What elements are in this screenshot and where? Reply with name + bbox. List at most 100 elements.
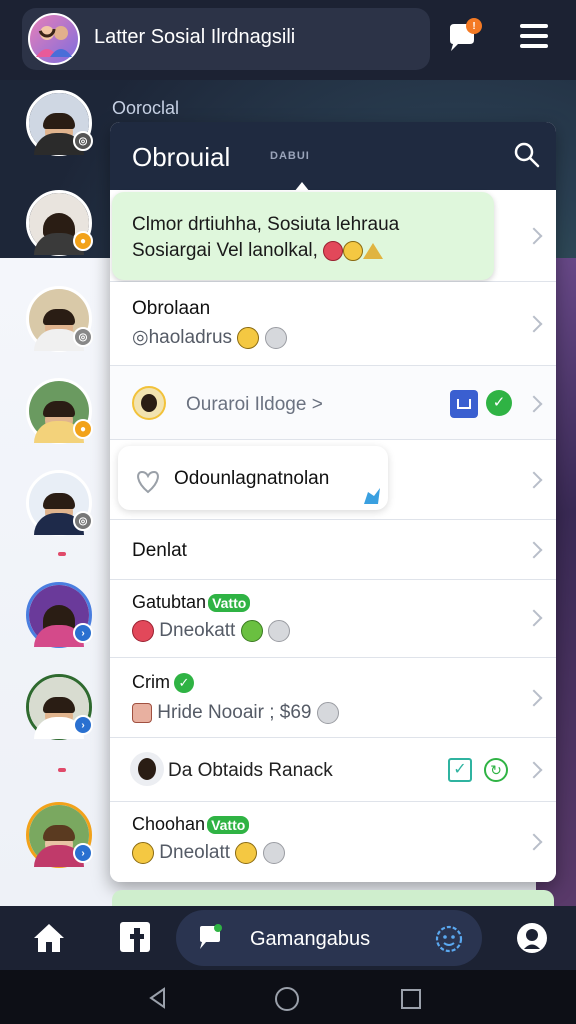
group-avatar-icon: [36, 21, 72, 57]
chevron-right-icon: [525, 471, 543, 489]
contact-avatar[interactable]: ◎: [26, 470, 93, 536]
emoji-icon: [132, 842, 154, 864]
home-icon[interactable]: [32, 922, 66, 954]
section-label: Ooroclal: [112, 98, 180, 118]
list-item[interactable]: Odounlagnatnolan: [110, 440, 556, 520]
conversation-panel: Obrouial DABUI Clmor drtiuhha, Sosiuta l…: [110, 122, 556, 882]
row-title: Odounlagnatnolan: [174, 468, 330, 489]
group-card[interactable]: Odounlagnatnolan: [118, 446, 388, 510]
row-title: Da Obtaids Ranack: [168, 760, 333, 781]
list-item[interactable]: Da Obtaids Ranack ✓ ↻: [110, 738, 556, 802]
list-item[interactable]: Gatubtan Vatto Dneokatt: [110, 580, 556, 658]
app-title-pill[interactable]: Latter Sosial Ilrdnagsili: [22, 8, 430, 70]
chevron-right-icon: [525, 689, 543, 707]
contact-avatar: [130, 752, 164, 786]
sticker-icon: [364, 488, 380, 504]
status-icon: ›: [73, 623, 93, 643]
hamburger-icon[interactable]: [520, 24, 548, 52]
panel-subtitle: DABUI: [270, 150, 310, 162]
emoji-icon: [323, 240, 344, 261]
messages-icon: [200, 924, 222, 949]
notification-badge: !: [466, 18, 482, 34]
contact-avatar[interactable]: ◎: [26, 90, 93, 156]
checkmark-icon[interactable]: ✓: [486, 390, 512, 416]
top-bar: Latter Sosial Ilrdnagsili !: [0, 0, 576, 80]
status-icon: ●: [73, 231, 93, 251]
message-line-2: Sosiargai Vel lanolkal,: [132, 238, 399, 264]
messages-tab-label: Gamangabus: [250, 928, 371, 950]
status-icon: ◎: [73, 511, 93, 531]
panel-title: Obrouial: [132, 142, 231, 172]
home-circle-icon[interactable]: [274, 986, 300, 1012]
chevron-right-icon: [525, 541, 543, 559]
inbox-icon[interactable]: [450, 390, 478, 418]
profile-icon[interactable]: [516, 922, 548, 954]
contact-avatar[interactable]: ●: [26, 378, 93, 444]
list-item[interactable]: Crim ✓ Hride Nooair ; $69: [110, 658, 556, 738]
chevron-right-icon: [525, 227, 543, 245]
emoji-icon[interactable]: [434, 924, 464, 954]
row-subtitle: Dneolatt: [132, 842, 285, 864]
list-item[interactable]: Ouraroi Ildoge > ✓: [110, 366, 556, 440]
verified-icon: ✓: [174, 673, 194, 694]
emoji-icon: [316, 702, 339, 724]
chevron-right-icon: [525, 833, 543, 851]
search-icon[interactable]: [512, 140, 542, 170]
emoji-icon: [240, 620, 263, 642]
message-bubble[interactable]: Clmor drtiuhha, Sosiuta lehraua Sosiarga…: [112, 192, 494, 280]
row-subtitle: ◎haoladrus: [132, 326, 287, 349]
row-title: Choohan Vatto: [132, 814, 250, 835]
row-title: Crim ✓: [132, 672, 194, 694]
status-icon: ◎: [73, 131, 93, 151]
system-nav-bar: [0, 970, 576, 1024]
emoji-icon: [264, 326, 287, 349]
refresh-icon[interactable]: ↻: [484, 758, 508, 782]
list-item[interactable]: Obrolaan ◎haoladrus: [110, 282, 556, 366]
emoji-icon: [262, 842, 285, 864]
checkbox-icon[interactable]: ✓: [448, 758, 472, 782]
status-icon: ›: [73, 843, 93, 863]
contact-avatar[interactable]: ◎: [26, 286, 93, 352]
row-title: Ouraroi Ildoge >: [186, 394, 323, 415]
emoji-icon: [132, 620, 154, 642]
recents-icon[interactable]: [400, 988, 422, 1010]
row-title: Gatubtan Vatto: [132, 592, 251, 613]
divider-dot: [58, 768, 66, 772]
panel-header: Obrouial DABUI: [110, 122, 556, 190]
chevron-right-icon: [525, 315, 543, 333]
status-icon: ›: [73, 715, 93, 735]
contact-avatar[interactable]: ›: [26, 802, 93, 868]
emoji-icon: [343, 240, 364, 261]
row-subtitle: Dneokatt: [132, 620, 290, 642]
facebook-icon[interactable]: [120, 922, 150, 952]
row-subtitle: Hride Nooair ; $69: [132, 702, 339, 724]
list-item[interactable]: Denlat: [110, 520, 556, 580]
emoji-icon: [235, 842, 258, 864]
bottom-nav: Gamangabus: [0, 906, 576, 970]
online-tag: Vatto: [208, 594, 251, 613]
app-title: Latter Sosial Ilrdnagsili: [94, 26, 296, 48]
chevron-right-icon: [525, 761, 543, 779]
message-text: Clmor drtiuhha, Sosiuta lehraua Sosiarga…: [132, 212, 399, 264]
row-title: Denlat: [132, 540, 187, 561]
contact-avatar[interactable]: ›: [26, 674, 93, 740]
status-icon: ●: [73, 419, 93, 439]
list-item[interactable]: Choohan Vatto Dneolatt: [110, 802, 556, 882]
contact-avatar[interactable]: ●: [26, 190, 93, 256]
group-avatar[interactable]: [28, 13, 80, 65]
chevron-right-icon: [525, 609, 543, 627]
divider-dot: [58, 552, 66, 556]
heart-icon: [137, 470, 159, 494]
contact-avatar-column: ◎ ● ◎ ● ◎ › › ›: [0, 80, 112, 910]
contact-avatar[interactable]: ›: [26, 582, 93, 648]
message-preview-row[interactable]: Clmor drtiuhha, Sosiuta lehraua Sosiarga…: [110, 190, 556, 282]
row-title: Obrolaan: [132, 298, 211, 319]
back-icon[interactable]: [146, 986, 170, 1010]
online-tag: Vatto: [207, 816, 250, 835]
emoji-icon: [267, 620, 290, 642]
message-line-1: Clmor drtiuhha, Sosiuta lehraua: [132, 214, 400, 235]
status-icon: ◎: [73, 327, 93, 347]
contact-avatar: [132, 386, 166, 420]
avatar-thumb-icon: [132, 703, 152, 723]
bell-icon: [363, 242, 384, 259]
